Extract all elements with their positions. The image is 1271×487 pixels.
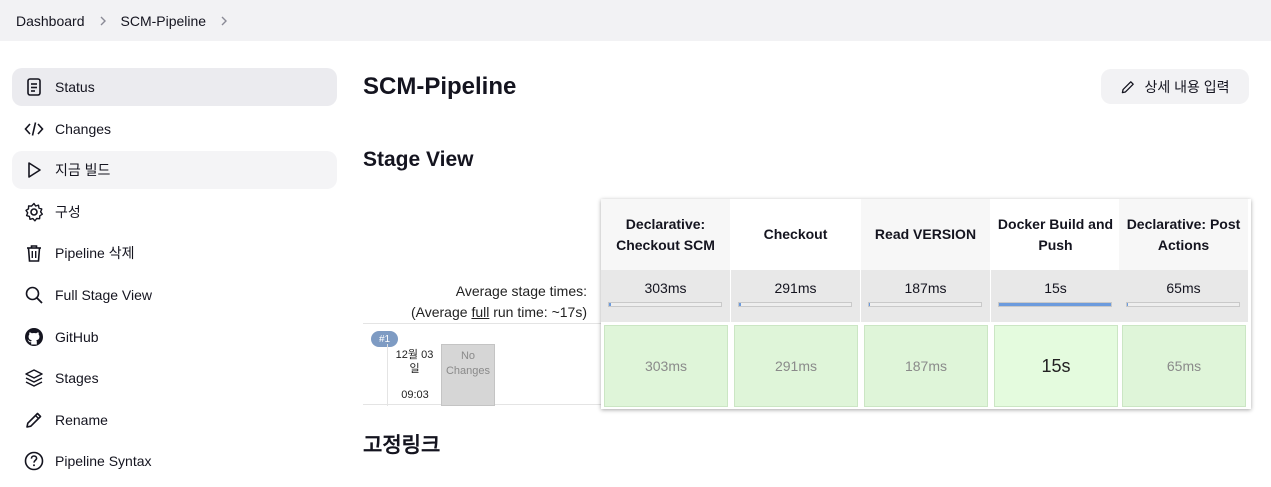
github-icon: [23, 326, 45, 348]
stage-grid: Declarative: Checkout SCM 303ms 303ms Ch…: [601, 199, 1251, 409]
stage-average: 65ms: [1119, 270, 1248, 322]
stage-column: Checkout 291ms 291ms: [731, 199, 860, 409]
stage-average: 187ms: [861, 270, 990, 322]
stage-column: Read VERSION 187ms 187ms: [861, 199, 990, 409]
sidebar-item-status[interactable]: Status: [12, 68, 337, 106]
stage-column: Declarative: Checkout SCM 303ms 303ms: [601, 199, 730, 409]
sidebar-item-label: Full Stage View: [55, 286, 153, 303]
stage-view: Average stage times: (Average full run t…: [363, 199, 1251, 409]
sidebar-item-github[interactable]: GitHub: [12, 318, 337, 356]
stage-average-bar-fill: [999, 303, 1111, 306]
pencil-icon: [23, 409, 45, 431]
stage-column: Declarative: Post Actions 65ms 65ms: [1119, 199, 1248, 409]
stage-average-value: 291ms: [774, 280, 817, 296]
layers-icon: [23, 367, 45, 389]
stage-average-bar-fill: [609, 303, 612, 306]
stage-cell[interactable]: 303ms: [604, 325, 728, 407]
stage-view-title: Stage View: [363, 148, 474, 171]
breadcrumb: Dashboard SCM-Pipeline: [0, 0, 1271, 41]
sidebar: Status Changes 지금 빌드 구성 Pipeline 삭제 Full…: [12, 68, 337, 484]
stage-header: Declarative: Checkout SCM: [601, 199, 730, 270]
breadcrumb-dashboard[interactable]: Dashboard: [16, 13, 85, 29]
stage-average-value: 65ms: [1166, 280, 1201, 296]
sidebar-item-delete-pipeline[interactable]: Pipeline 삭제: [12, 234, 337, 272]
sidebar-item-configure[interactable]: 구성: [12, 193, 337, 231]
sidebar-item-rename[interactable]: Rename: [12, 401, 337, 439]
average-run-time-text: (Average full run time: ~17s): [411, 302, 587, 323]
breadcrumb-scm-pipeline[interactable]: SCM-Pipeline: [121, 13, 207, 29]
sidebar-item-label: Rename: [55, 411, 108, 428]
stage-average: 303ms: [601, 270, 730, 322]
chevron-right-icon: [98, 16, 108, 26]
stage-average-bar-fill: [869, 303, 871, 306]
average-stage-times-label: Average stage times: (Average full run t…: [411, 281, 587, 323]
full-run-link[interactable]: full: [471, 304, 489, 320]
stage-average-bar: [998, 302, 1112, 307]
average-run-suffix: run time: ~17s): [489, 304, 587, 320]
stage-average: 15s: [991, 270, 1120, 322]
sidebar-item-label: Status: [55, 79, 95, 95]
build-date: 12월 03 일 09:03: [387, 344, 441, 406]
stage-average: 291ms: [731, 270, 860, 322]
trash-icon: [23, 242, 45, 264]
no-changes-box: No Changes: [441, 344, 495, 406]
sidebar-item-pipeline-syntax[interactable]: Pipeline Syntax: [12, 442, 337, 480]
document-icon: [23, 76, 45, 98]
gear-icon: [23, 201, 45, 223]
sidebar-item-label: Stages: [55, 370, 99, 387]
permalinks-title: 고정링크: [363, 434, 441, 457]
stage-average-bar: [738, 302, 852, 307]
code-icon: [23, 118, 45, 140]
stage-average-value: 303ms: [644, 280, 687, 296]
build-date-line2: 일: [409, 363, 420, 375]
build-date-line1: 12월 03: [395, 349, 434, 361]
stage-header: Read VERSION: [861, 199, 990, 270]
no-changes-line2: Changes: [445, 365, 491, 377]
sidebar-item-label: Pipeline 삭제: [55, 245, 135, 262]
stage-cell[interactable]: 187ms: [864, 325, 988, 407]
sidebar-item-stages[interactable]: Stages: [12, 359, 337, 397]
sidebar-item-label: 구성: [55, 203, 81, 220]
chevron-right-icon[interactable]: [219, 16, 229, 26]
stage-average-value: 15s: [1044, 280, 1067, 296]
stage-cell[interactable]: 65ms: [1122, 325, 1246, 407]
stage-average-value: 187ms: [904, 280, 947, 296]
stage-average-bar: [1126, 302, 1240, 307]
sidebar-item-changes[interactable]: Changes: [12, 110, 337, 148]
pencil-icon: [1120, 79, 1136, 95]
stage-average-bar-fill: [739, 303, 742, 306]
sidebar-item-full-stage-view[interactable]: Full Stage View: [12, 276, 337, 314]
stage-header: Docker Build and Push: [997, 215, 1114, 253]
build-row[interactable]: #1 12월 03 일 09:03 No Changes: [363, 323, 601, 406]
page-title: SCM-Pipeline: [363, 73, 517, 100]
stage-cell[interactable]: 15s: [994, 325, 1118, 407]
sidebar-item-build-now[interactable]: 지금 빌드: [12, 151, 337, 190]
build-time: 09:03: [401, 389, 429, 401]
edit-description-label: 상세 내용 입력: [1144, 78, 1230, 95]
play-icon: [23, 159, 45, 181]
stage-column: Docker Build and Push 15s 15s: [991, 199, 1120, 409]
average-run-prefix: (Average: [410, 304, 472, 320]
help-icon: [23, 450, 45, 472]
search-icon: [23, 284, 45, 306]
stage-average-bar: [868, 302, 982, 307]
sidebar-item-label: Changes: [55, 120, 112, 137]
stage-header: Checkout: [763, 226, 828, 242]
no-changes-line1: No: [460, 350, 476, 362]
stage-header: Declarative: Post Actions: [1119, 199, 1248, 270]
average-stage-times-text: Average stage times:: [455, 283, 587, 299]
stage-average-bar-fill: [1127, 303, 1129, 306]
sidebar-item-label: GitHub: [55, 328, 99, 345]
sidebar-item-label: 지금 빌드: [55, 162, 111, 179]
edit-description-button[interactable]: 상세 내용 입력: [1101, 69, 1249, 104]
sidebar-item-label: Pipeline Syntax: [55, 453, 152, 470]
stage-cell[interactable]: 291ms: [734, 325, 858, 407]
stage-average-bar: [608, 302, 722, 307]
